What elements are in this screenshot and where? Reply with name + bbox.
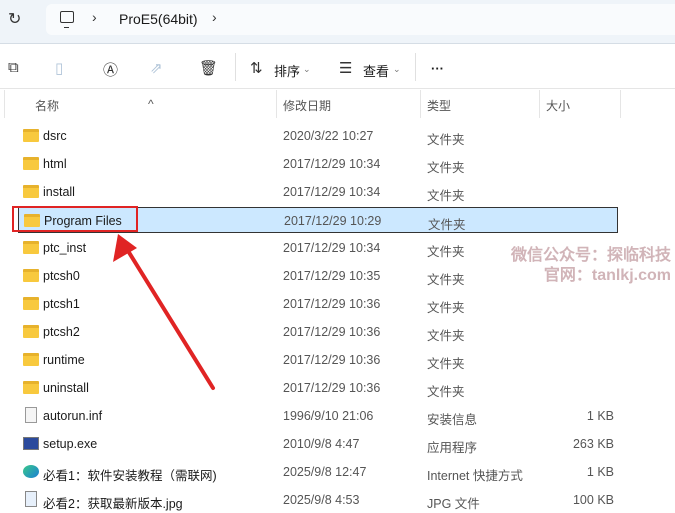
watermark-site: 官网：tanlkj.com (543, 267, 671, 284)
